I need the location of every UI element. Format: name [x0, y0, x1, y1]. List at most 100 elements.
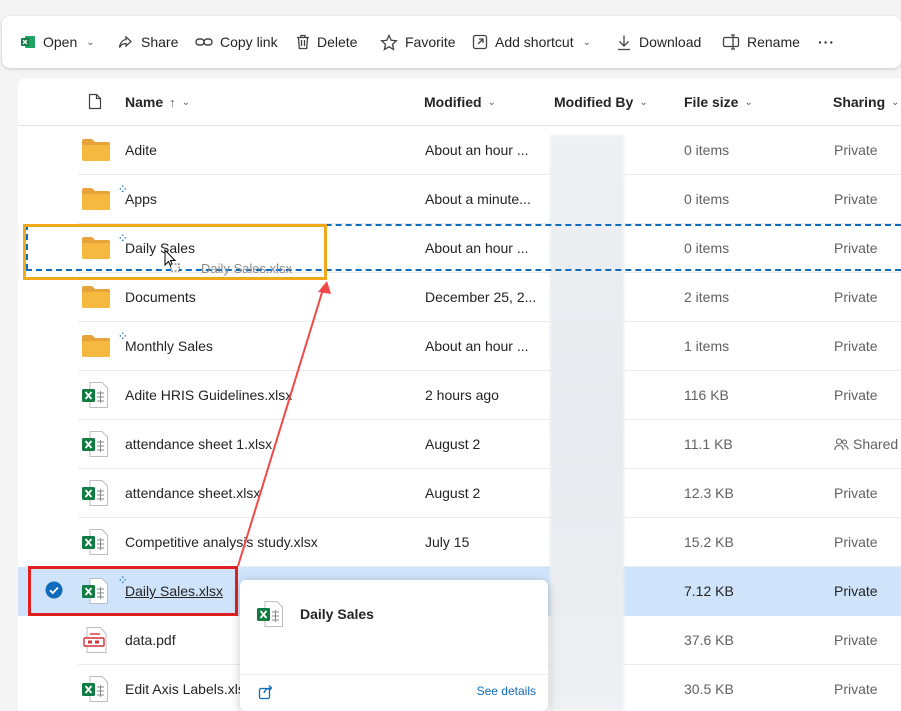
row-modified: 2 hours ago: [425, 387, 499, 403]
column-modified-by-label: Modified By: [554, 94, 634, 110]
download-button[interactable]: Download: [616, 16, 701, 68]
row-sharing[interactable]: Private: [834, 322, 878, 370]
row-sharing[interactable]: Private: [834, 616, 878, 664]
row-sharing-label: Shared: [853, 436, 899, 452]
divider: [240, 674, 548, 675]
column-name[interactable]: Name ↑ ⌄: [125, 78, 190, 126]
row-size: 11.1 KB: [684, 436, 733, 452]
row-sharing[interactable]: Private: [834, 469, 878, 517]
column-header-row: Name ↑ ⌄ Modified ⌄ Modified By ⌄ File s…: [18, 78, 901, 126]
table-row[interactable]: Competitive analysis study.xlsx July 15 …: [78, 518, 901, 567]
excel-file-icon: [82, 480, 108, 506]
favorite-label: Favorite: [405, 34, 456, 50]
column-sharing-label: Sharing: [833, 94, 886, 110]
file-type-icon[interactable]: [88, 93, 102, 110]
copy-link-button[interactable]: Copy link: [195, 16, 278, 68]
chevron-down-icon: ⌄: [891, 96, 900, 108]
row-sharing[interactable]: Private: [834, 567, 878, 615]
link-icon: [195, 38, 213, 46]
table-row[interactable]: Adite HRIS Guidelines.xlsx 2 hours ago 1…: [78, 371, 901, 420]
row-size: 37.6 KB: [684, 632, 734, 648]
row-sharing[interactable]: Private: [834, 175, 878, 223]
more-options-button[interactable]: ···: [818, 16, 835, 68]
row-name[interactable]: attendance sheet.xlsx: [125, 469, 260, 517]
delete-label: Delete: [317, 34, 358, 50]
row-name[interactable]: Competitive analysis study.xlsx: [125, 518, 318, 566]
drag-ghost-label: Daily Sales.xlsx: [201, 261, 293, 276]
pdf-file-icon: [83, 627, 107, 653]
row-name[interactable]: Adite: [125, 126, 157, 174]
rename-icon: [722, 34, 740, 50]
row-modified: About a minute...: [425, 191, 531, 207]
column-modified[interactable]: Modified ⌄: [424, 78, 496, 126]
copy-link-label: Copy link: [220, 34, 278, 50]
folder-icon: [82, 286, 110, 308]
row-sharing[interactable]: Private: [834, 126, 878, 174]
row-name[interactable]: Adite HRIS Guidelines.xlsx: [125, 371, 292, 419]
more-icon: ···: [818, 34, 835, 50]
column-name-label: Name: [125, 94, 164, 110]
excel-file-icon: [82, 676, 108, 702]
source-file-highlight: [28, 566, 238, 616]
row-name[interactable]: attendance sheet 1.xlsx: [125, 420, 272, 468]
row-size: 1 items: [684, 338, 730, 354]
open-button[interactable]: Open ⌄: [20, 16, 95, 68]
table-row[interactable]: attendance sheet 1.xlsx August 2 11.1 KB…: [78, 420, 901, 469]
row-name[interactable]: Monthly Sales: [125, 322, 213, 370]
column-file-size-label: File size: [684, 94, 739, 110]
add-shortcut-label: Add shortcut: [495, 34, 574, 50]
people-icon: [834, 437, 849, 450]
favorite-button[interactable]: Favorite: [380, 16, 456, 68]
chevron-down-icon: ⌄: [582, 36, 591, 48]
folder-icon: [82, 139, 110, 161]
row-modified: August 2: [425, 436, 481, 452]
see-details-link[interactable]: See details: [477, 684, 536, 698]
row-sharing[interactable]: Private: [834, 224, 878, 272]
row-sharing[interactable]: Private: [834, 371, 878, 419]
share-icon: [118, 35, 132, 48]
row-name[interactable]: data.pdf: [125, 616, 176, 664]
share-icon[interactable]: [258, 684, 274, 700]
row-name[interactable]: Apps: [125, 175, 157, 223]
table-row[interactable]: Documents December 25, 2... 2 items Priv…: [78, 273, 901, 322]
column-sharing[interactable]: Sharing ⌄: [833, 78, 900, 126]
row-modified: About an hour ...: [425, 142, 529, 158]
column-modified-label: Modified: [424, 94, 482, 110]
file-hover-card: Daily Sales See details: [240, 580, 548, 711]
command-bar: Open ⌄ Share Copy link Delete Favorite A…: [2, 16, 901, 68]
row-name[interactable]: Documents: [125, 273, 196, 321]
row-sharing[interactable]: Private: [834, 518, 878, 566]
download-label: Download: [639, 34, 702, 50]
table-row[interactable]: attendance sheet.xlsx August 2 12.3 KB P…: [78, 469, 901, 518]
row-modified: July 15: [425, 534, 470, 550]
download-icon: [618, 35, 630, 50]
column-modified-by[interactable]: Modified By ⌄: [554, 78, 648, 126]
star-icon: [380, 33, 398, 51]
share-button[interactable]: Share: [117, 16, 178, 68]
row-modified: About an hour ...: [425, 338, 529, 354]
table-row[interactable]: ⁘ Apps About a minute... 0 items Private: [78, 175, 901, 224]
excel-icon: [21, 36, 35, 48]
row-size: 0 items: [684, 142, 730, 158]
chevron-down-icon: ⌄: [639, 96, 648, 108]
rename-label: Rename: [747, 34, 800, 50]
rename-button[interactable]: Rename: [722, 16, 800, 68]
folder-icon: [82, 188, 110, 210]
row-sharing[interactable]: Private: [834, 665, 878, 711]
add-shortcut-button[interactable]: Add shortcut ⌄: [472, 16, 591, 68]
row-size: 0 items: [684, 191, 730, 207]
table-row[interactable]: ⁘ Monthly Sales About an hour ... 1 item…: [78, 322, 901, 371]
column-file-size[interactable]: File size ⌄: [684, 78, 753, 126]
excel-file-icon: [257, 601, 283, 627]
row-size: 7.12 KB: [684, 583, 734, 599]
chevron-down-icon: ⌄: [744, 96, 753, 108]
delete-button[interactable]: Delete: [296, 16, 357, 68]
row-size: 2 items: [684, 289, 730, 305]
row-sharing[interactable]: Shared: [834, 420, 898, 468]
open-label: Open: [43, 34, 78, 50]
row-sharing[interactable]: Private: [834, 273, 878, 321]
table-row[interactable]: Adite About an hour ... 0 items Private: [78, 126, 901, 175]
row-size: 116 KB: [684, 387, 729, 403]
redacted-modified-by-column: [550, 135, 624, 711]
chevron-down-icon: ⌄: [487, 96, 496, 108]
